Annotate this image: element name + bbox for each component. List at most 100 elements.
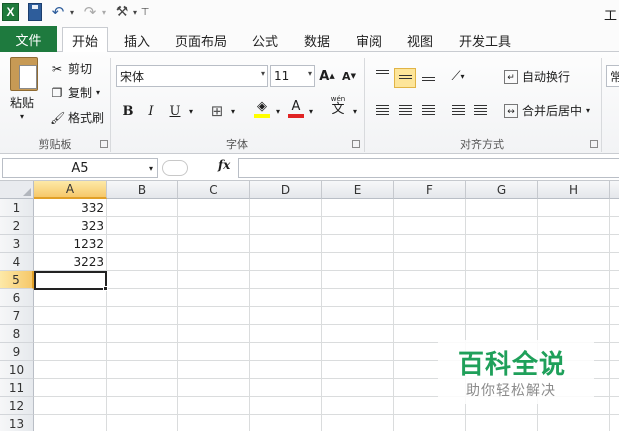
column-header-a[interactable]: A	[34, 181, 107, 199]
gridline	[34, 234, 619, 235]
align-middle-button[interactable]	[394, 68, 416, 88]
row-header-7[interactable]: 7	[0, 307, 34, 325]
row-header-13[interactable]: 13	[0, 415, 34, 431]
column-header-g[interactable]: G	[466, 181, 538, 199]
phonetic-dropdown-icon[interactable]: ▾	[351, 101, 359, 121]
name-box[interactable]: A5 ▾	[2, 158, 158, 178]
orientation-dropdown-icon: ▾	[460, 71, 465, 81]
increase-indent-button[interactable]	[469, 100, 491, 120]
brush-icon: 🖌	[50, 110, 66, 125]
excel-app-icon[interactable]: X	[2, 3, 19, 21]
cut-button[interactable]: ✂ 剪切	[50, 60, 92, 77]
select-all-button[interactable]	[0, 181, 34, 199]
tab-review[interactable]: 审阅	[349, 28, 389, 52]
font-launcher-icon[interactable]	[352, 140, 360, 148]
number-format-combo[interactable]: 常	[606, 65, 619, 87]
font-name-dropdown-icon[interactable]: ▾	[261, 69, 265, 78]
font-color-swatch	[288, 114, 304, 118]
tools-dropdown-icon[interactable]: ▾	[131, 3, 139, 21]
tab-formulas[interactable]: 公式	[245, 28, 285, 52]
tools-icon[interactable]: ⚒	[113, 3, 131, 21]
fill-color-button[interactable]: ◈	[252, 99, 272, 119]
row-header-2[interactable]: 2	[0, 217, 34, 235]
font-color-dropdown-icon[interactable]: ▾	[306, 101, 316, 121]
row-header-11[interactable]: 11	[0, 379, 34, 397]
tab-developer[interactable]: 开发工具	[452, 28, 518, 52]
column-header-b[interactable]: B	[107, 181, 178, 199]
underline-dropdown-icon[interactable]: ▾	[186, 101, 196, 121]
cell-a3[interactable]: 1232	[34, 235, 104, 253]
font-size-dropdown-icon[interactable]: ▾	[308, 69, 312, 78]
tab-file[interactable]: 文件	[0, 26, 57, 52]
undo-icon[interactable]: ↶	[50, 3, 66, 21]
name-box-dropdown-icon[interactable]: ▾	[149, 164, 153, 173]
underline-button[interactable]: U	[166, 101, 184, 121]
insert-function-icon[interactable]: fx	[218, 158, 230, 172]
fill-handle[interactable]	[103, 286, 108, 291]
column-header-h[interactable]: H	[538, 181, 610, 199]
merge-dropdown-icon[interactable]: ▾	[586, 106, 590, 115]
undo-dropdown-icon[interactable]: ▾	[68, 3, 76, 21]
column-header-d[interactable]: D	[250, 181, 322, 199]
align-right-button[interactable]	[417, 100, 439, 120]
paste-label[interactable]: 粘贴	[10, 94, 34, 111]
row-header-6[interactable]: 6	[0, 289, 34, 307]
border-dropdown-icon[interactable]: ▾	[228, 101, 238, 121]
copy-dropdown-icon[interactable]: ▾	[96, 88, 100, 97]
column-header-f[interactable]: F	[394, 181, 466, 199]
save-icon[interactable]	[28, 3, 42, 21]
row-header-12[interactable]: 12	[0, 397, 34, 415]
row-header-4[interactable]: 4	[0, 253, 34, 271]
align-top-button[interactable]	[371, 66, 393, 86]
row-header-1[interactable]: 1	[0, 199, 34, 217]
bold-button[interactable]: B	[119, 101, 137, 121]
tab-insert[interactable]: 插入	[118, 28, 156, 52]
format-painter-button[interactable]: 🖌 格式刷	[50, 109, 104, 126]
align-bottom-button[interactable]	[417, 66, 439, 86]
clipboard-launcher-icon[interactable]	[100, 140, 108, 148]
cell-a2[interactable]: 323	[34, 217, 104, 235]
merge-center-button[interactable]: ↔ 合并后居中 ▾	[504, 102, 590, 119]
redo-icon[interactable]: ↷	[82, 3, 98, 21]
decrease-indent-button[interactable]	[447, 100, 469, 120]
merge-center-label: 合并后居中	[522, 104, 583, 118]
formula-input[interactable]	[238, 158, 619, 178]
paste-icon[interactable]	[10, 57, 38, 91]
orientation-button[interactable]: ⟋ ▾	[447, 66, 469, 86]
paste-dropdown-icon[interactable]: ▾	[20, 112, 24, 121]
ribbon-home: 粘贴 ▾ ✂ 剪切 ❐ 复制 ▾ 🖌 格式刷 剪贴板 宋体 ▾ 11 ▾ A ▲ A ▼ B…	[0, 52, 619, 154]
shrink-font-icon: A	[342, 69, 351, 83]
font-name-combo[interactable]: 宋体 ▾	[116, 65, 268, 87]
tab-page-layout[interactable]: 页面布局	[170, 28, 232, 52]
align-center-button[interactable]	[394, 100, 416, 120]
formula-bar-toggle[interactable]	[162, 160, 188, 176]
fill-color-dropdown-icon[interactable]: ▾	[273, 101, 283, 121]
row-header-5[interactable]: 5	[0, 271, 34, 289]
column-header-c[interactable]: C	[178, 181, 250, 199]
border-icon[interactable]: ⊞	[208, 101, 226, 121]
wrap-text-button[interactable]: ↵ 自动换行	[504, 68, 570, 85]
column-header-i-partial[interactable]	[610, 181, 619, 199]
font-color-button[interactable]: A	[287, 99, 305, 119]
customize-qat-icon[interactable]: ⊤	[140, 3, 150, 21]
grow-font-button[interactable]: A ▲	[318, 66, 336, 86]
row-header-8[interactable]: 8	[0, 325, 34, 343]
row-header-3[interactable]: 3	[0, 235, 34, 253]
alignment-launcher-icon[interactable]	[590, 140, 598, 148]
row-header-9[interactable]: 9	[0, 343, 34, 361]
italic-button[interactable]: I	[142, 101, 160, 121]
copy-button[interactable]: ❐ 复制 ▾	[50, 84, 100, 101]
active-cell-a5[interactable]	[34, 271, 107, 290]
cell-a1[interactable]: 332	[34, 199, 104, 217]
shrink-font-button[interactable]: A ▼	[340, 66, 358, 86]
redo-dropdown-icon[interactable]: ▾	[100, 3, 108, 21]
cell-a4[interactable]: 3223	[34, 253, 104, 271]
font-size-combo[interactable]: 11 ▾	[270, 65, 315, 87]
row-header-10[interactable]: 10	[0, 361, 34, 379]
phonetic-guide-button[interactable]: wén 文	[326, 95, 350, 117]
align-left-button[interactable]	[371, 100, 393, 120]
tab-home[interactable]: 开始	[62, 27, 108, 52]
column-header-e[interactable]: E	[322, 181, 394, 199]
tab-view[interactable]: 视图	[400, 28, 440, 52]
tab-data[interactable]: 数据	[297, 28, 337, 52]
